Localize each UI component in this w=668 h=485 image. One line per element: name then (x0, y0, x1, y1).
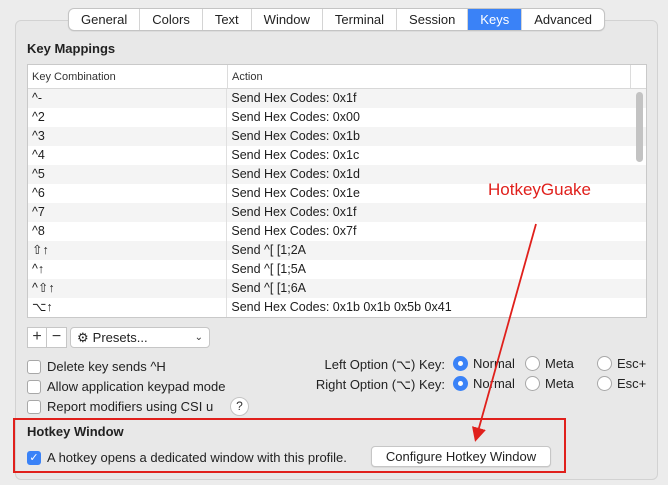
annotation-arrow (472, 223, 537, 442)
